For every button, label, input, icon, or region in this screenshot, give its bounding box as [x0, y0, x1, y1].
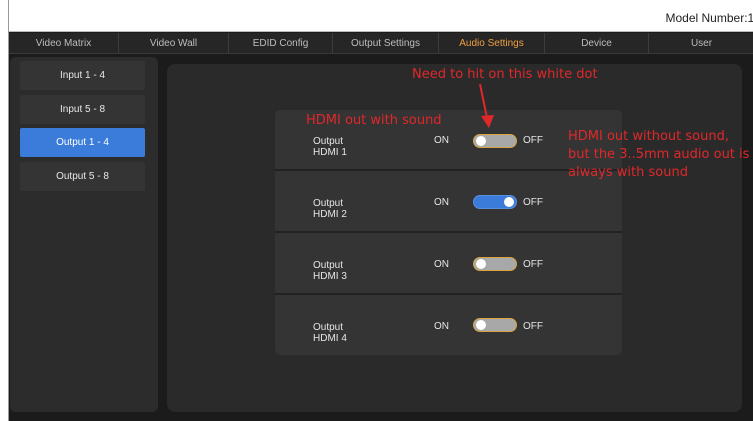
on-label: ON [434, 259, 449, 270]
toggle-knob[interactable] [476, 320, 486, 330]
output-label-line1: Output [313, 136, 344, 147]
audio-toggle-hdmi-3[interactable] [473, 257, 517, 271]
audio-toggle-hdmi-2[interactable] [473, 195, 517, 209]
output-label: Output HDMI 1 [313, 136, 347, 158]
output-label-line2: HDMI 4 [313, 333, 347, 344]
output-label: Output HDMI 3 [313, 260, 347, 282]
off-label: OFF [523, 135, 543, 146]
output-label-line2: HDMI 1 [313, 147, 347, 158]
sidebar-item-output-1-4[interactable]: Output 1 - 4 [20, 128, 145, 157]
tab-video-wall[interactable]: Video Wall [119, 33, 229, 54]
annotation-top: Need to hit on this white dot [412, 67, 598, 82]
off-label: OFF [523, 321, 543, 332]
output-label: Output HDMI 2 [313, 198, 347, 220]
sidebar: Input 1 - 4 Input 5 - 8 Output 1 - 4 Out… [10, 57, 158, 412]
tab-user[interactable]: User [649, 33, 753, 54]
output-label-line2: HDMI 2 [313, 209, 347, 220]
output-row-hdmi-4: Output HDMI 4 ON OFF [275, 296, 622, 357]
output-label-line1: Output [313, 322, 344, 333]
sidebar-item-output-5-8[interactable]: Output 5 - 8 [20, 162, 145, 191]
audio-toggle-hdmi-1[interactable] [473, 134, 517, 148]
tab-video-matrix[interactable]: Video Matrix [9, 33, 119, 54]
tab-output-settings[interactable]: Output Settings [333, 33, 439, 54]
on-label: ON [434, 135, 449, 146]
output-row-hdmi-3: Output HDMI 3 ON OFF [275, 234, 622, 295]
audio-toggle-hdmi-4[interactable] [473, 318, 517, 332]
annotation-arrow [479, 83, 494, 128]
output-label-line1: Output [313, 260, 344, 271]
toggle-knob[interactable] [476, 136, 486, 146]
main-nav: Video Matrix Video Wall EDID Config Outp… [9, 33, 753, 54]
sidebar-item-input-1-4[interactable]: Input 1 - 4 [20, 61, 145, 90]
tab-device[interactable]: Device [545, 33, 649, 54]
on-label: ON [434, 197, 449, 208]
top-bar: Model Number:11 [9, 0, 753, 32]
on-label: ON [434, 321, 449, 332]
model-number: Model Number:11 [665, 11, 753, 25]
tab-edid-config[interactable]: EDID Config [229, 33, 333, 54]
output-label-line2: HDMI 3 [313, 271, 347, 282]
output-label-line1: Output [313, 198, 344, 209]
annotation-left: HDMI out with sound [306, 113, 442, 128]
toggle-knob[interactable] [476, 259, 486, 269]
annotation-right-line1: HDMI out without sound, [568, 129, 729, 144]
off-label: OFF [523, 259, 543, 270]
output-label: Output HDMI 4 [313, 322, 347, 344]
annotation-right: HDMI out without sound, but the 3..5mm a… [568, 128, 749, 182]
off-label: OFF [523, 197, 543, 208]
tab-audio-settings[interactable]: Audio Settings [439, 33, 545, 54]
annotation-right-line2: but the 3..5mm audio out is [568, 147, 750, 162]
sidebar-item-input-5-8[interactable]: Input 5 - 8 [20, 95, 145, 124]
toggle-knob[interactable] [504, 197, 514, 207]
annotation-right-line3: always with sound [568, 165, 688, 180]
